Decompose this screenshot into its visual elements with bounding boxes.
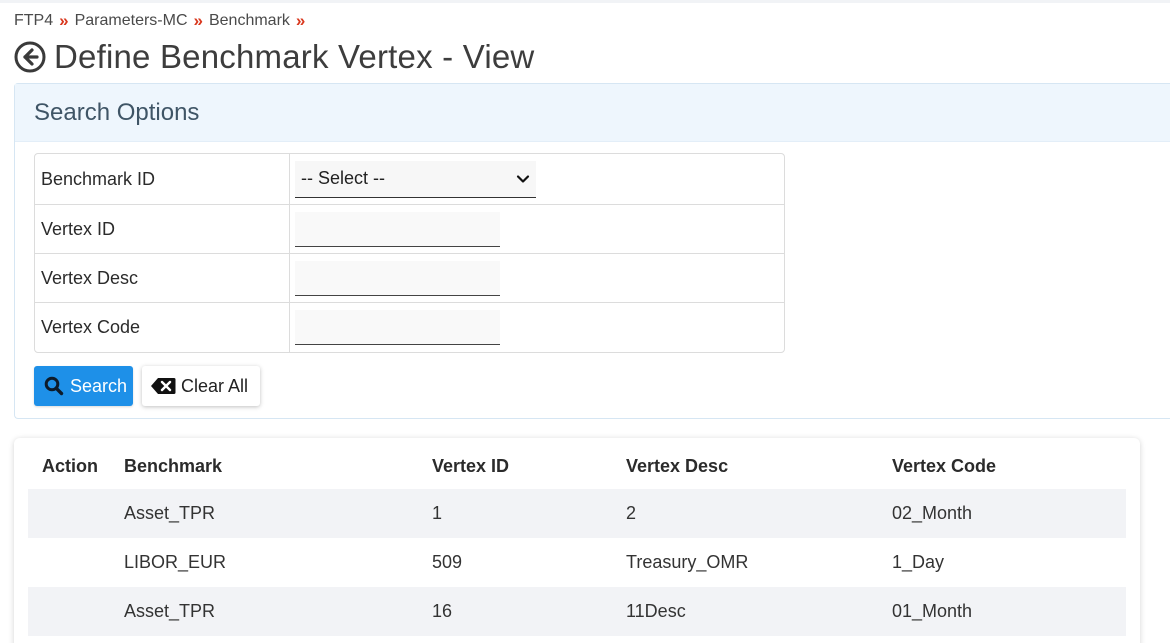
vertex-id-input[interactable] — [295, 211, 500, 247]
cell-vertex-id: 509 — [432, 552, 463, 572]
form-row-vertex-id: Vertex ID — [35, 205, 784, 254]
vertex-id-cell — [290, 205, 784, 253]
breadcrumb-item-ftp4[interactable]: FTP4 — [14, 12, 53, 30]
breadcrumb-separator: » — [193, 11, 203, 30]
title-row: Define Benchmark Vertex - View — [14, 38, 534, 76]
vertex-code-input[interactable] — [295, 310, 500, 345]
table-row[interactable]: LIBOR_EUR 509 Treasury_OMR 1_Day — [28, 538, 1126, 587]
breadcrumb: FTP4 » Parameters-MC » Benchmark » — [14, 11, 311, 31]
cell-vertex-desc: Treasury_OMR — [626, 552, 749, 572]
results-card: Action Benchmark Vertex ID Vertex Desc V… — [14, 438, 1140, 643]
cell-vertex-code: 01_Month — [892, 601, 973, 621]
column-header-vertex-code[interactable]: Vertex Code — [892, 456, 1126, 477]
form-row-vertex-code: Vertex Code — [35, 303, 784, 352]
benchmark-id-cell: -- Select -- — [290, 154, 784, 204]
column-header-vertex-id[interactable]: Vertex ID — [432, 456, 626, 477]
magnifier-icon — [44, 376, 64, 396]
search-button-label: Search — [70, 375, 128, 396]
cell-benchmark: Asset_TPR — [124, 601, 216, 621]
search-form: Benchmark ID -- Select -- Vertex ID Vert… — [34, 153, 785, 353]
vertex-code-cell — [290, 303, 784, 352]
breadcrumb-item-parameters-mc[interactable]: Parameters-MC — [75, 12, 188, 30]
column-header-vertex-desc[interactable]: Vertex Desc — [626, 456, 892, 477]
form-row-benchmark-id: Benchmark ID -- Select -- — [35, 154, 784, 205]
vertex-desc-label: Vertex Desc — [35, 254, 290, 302]
clear-all-button-label: Clear All — [181, 375, 249, 396]
table-row[interactable]: Asset_TPR 16 11Desc 01_Month — [28, 587, 1126, 636]
breadcrumb-separator: » — [295, 11, 306, 30]
breadcrumb-item-benchmark[interactable]: Benchmark — [209, 12, 290, 30]
breadcrumb-separator: » — [59, 11, 69, 30]
search-button[interactable]: Search — [34, 366, 133, 406]
search-options-panel: Search Options Benchmark ID -- Select --… — [14, 83, 1170, 419]
clear-all-button[interactable]: Clear All — [142, 366, 260, 406]
cell-vertex-code: 02_Month — [892, 503, 973, 523]
column-header-benchmark[interactable]: Benchmark — [124, 456, 432, 477]
vertex-desc-cell — [290, 254, 784, 302]
table-row[interactable]: Asset_TPR 1 2 02_Month — [28, 489, 1126, 538]
column-header-action[interactable]: Action — [28, 456, 124, 477]
form-row-vertex-desc: Vertex Desc — [35, 254, 784, 303]
chevron-down-icon — [516, 174, 530, 183]
cell-benchmark: Asset_TPR — [124, 503, 216, 523]
vertex-desc-input[interactable] — [295, 260, 500, 296]
vertex-id-label: Vertex ID — [35, 205, 290, 253]
benchmark-id-select[interactable]: -- Select -- — [295, 160, 536, 198]
benchmark-id-label: Benchmark ID — [35, 154, 290, 204]
search-options-title: Search Options — [34, 98, 200, 126]
results-table: Action Benchmark Vertex ID Vertex Desc V… — [28, 443, 1126, 636]
cell-vertex-desc: 11Desc — [626, 601, 686, 621]
top-border — [0, 0, 1170, 3]
search-options-header[interactable]: Search Options — [15, 84, 1170, 142]
cell-vertex-desc: 2 — [626, 503, 637, 523]
cell-vertex-id: 16 — [432, 601, 453, 621]
benchmark-id-selected-value: -- Select -- — [301, 168, 386, 188]
cell-benchmark: LIBOR_EUR — [124, 552, 227, 572]
backspace-x-icon — [151, 378, 176, 394]
page-title: Define Benchmark Vertex - View — [54, 38, 535, 75]
cell-vertex-id: 1 — [432, 503, 443, 523]
table-header-row: Action Benchmark Vertex ID Vertex Desc V… — [28, 443, 1126, 489]
cell-vertex-code: 1_Day — [892, 552, 945, 572]
circle-arrow-left-icon[interactable] — [14, 41, 46, 73]
vertex-code-label: Vertex Code — [35, 303, 290, 352]
